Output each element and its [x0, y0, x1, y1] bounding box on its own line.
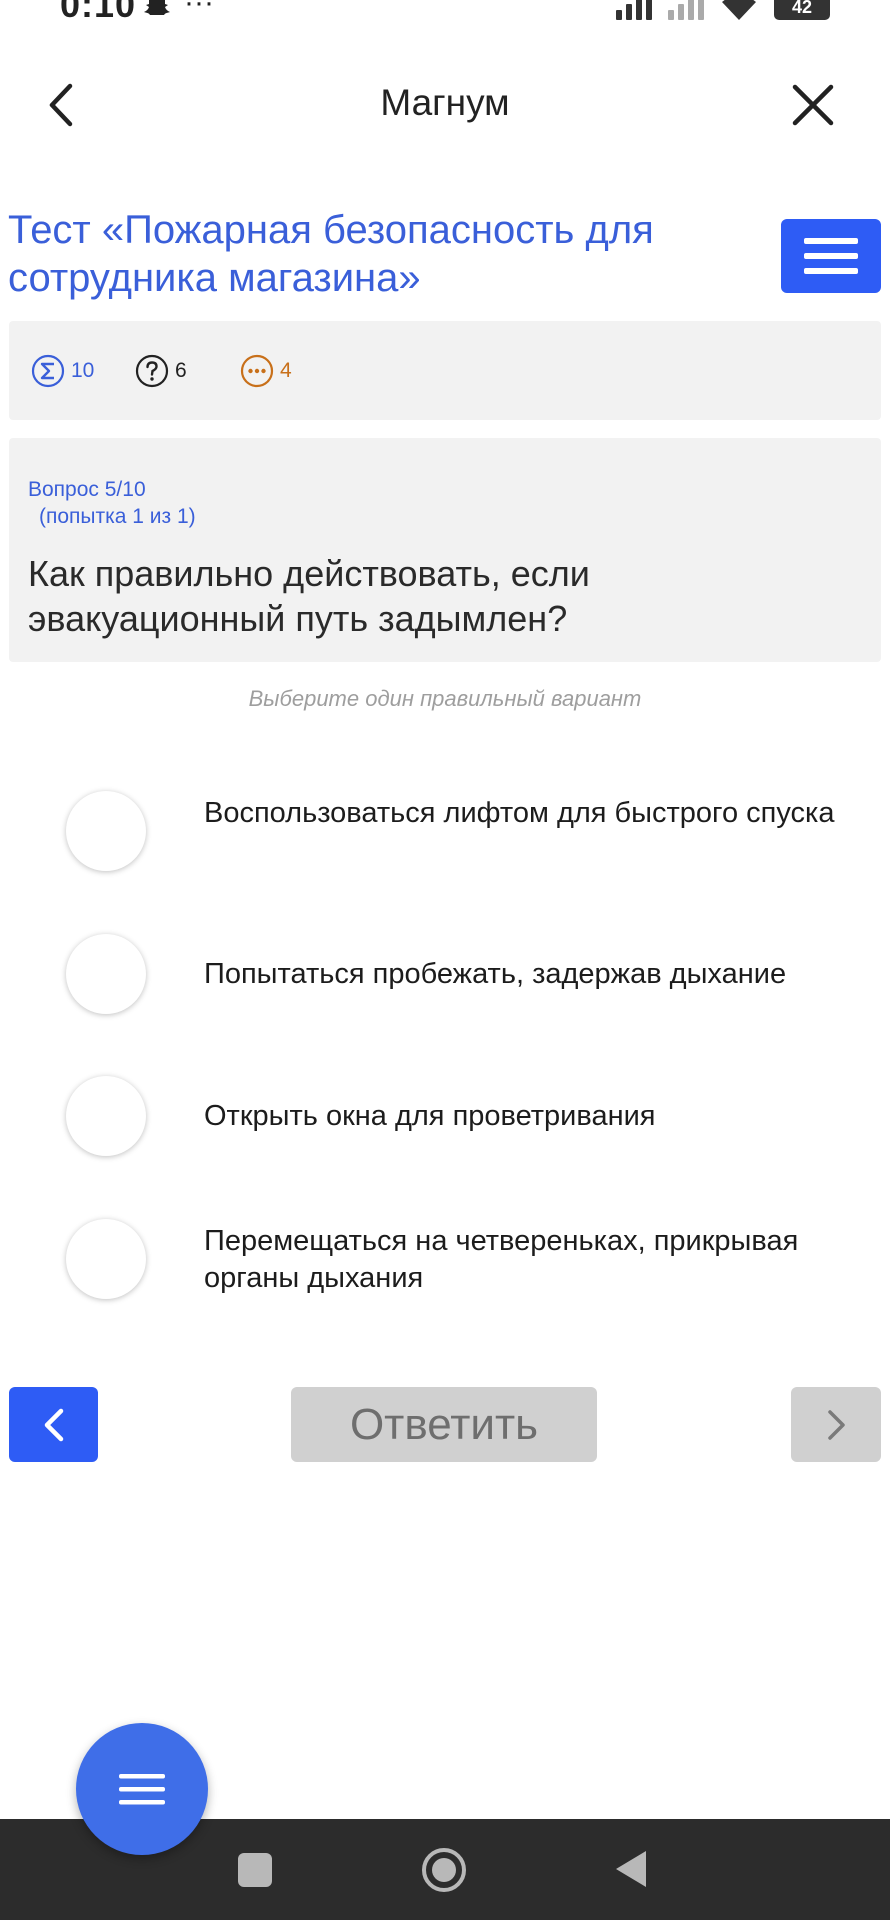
previous-question-button[interactable]	[9, 1387, 98, 1462]
answer-option[interactable]: Попытаться пробежать, задержав дыхание	[0, 934, 890, 1044]
signal-icon	[616, 0, 652, 20]
recent-apps-icon[interactable]	[238, 1853, 272, 1887]
answer-option-label: Перемещаться на четвереньках, прикрывая …	[204, 1225, 799, 1294]
radio-button[interactable]	[66, 1076, 146, 1156]
header-title: Магнум	[380, 82, 510, 123]
status-more-icon: ···	[184, 0, 214, 19]
wifi-icon	[722, 0, 756, 20]
stats-panel: 10 6 4	[9, 321, 881, 420]
radio-button[interactable]	[66, 934, 146, 1014]
radio-button[interactable]	[66, 1219, 146, 1299]
status-bar: 0:10 ··· 42	[0, 0, 890, 28]
chevron-right-icon	[828, 1409, 845, 1440]
answer-option-label: Открыть окна для проветривания	[204, 1100, 656, 1132]
radio-button[interactable]	[66, 791, 146, 871]
close-icon[interactable]	[790, 82, 836, 128]
question-navigation: Ответить	[0, 1387, 890, 1463]
home-icon[interactable]	[420, 1846, 468, 1894]
answer-hint: Выберите один правильный вариант	[248, 686, 642, 711]
signal-secondary-icon	[668, 0, 704, 20]
next-question-button[interactable]	[791, 1387, 881, 1462]
snapchat-icon	[144, 0, 170, 15]
answer-option[interactable]: Открыть окна для проветривания	[0, 1076, 890, 1186]
stat-pending-value: 4	[280, 359, 292, 382]
app-header: Магнум	[0, 60, 890, 150]
answer-option[interactable]: Воспользоваться лифтом для быстрого спус…	[0, 791, 890, 901]
sigma-icon	[31, 354, 65, 388]
battery-icon: 42	[774, 0, 830, 20]
ellipsis-circle-icon	[240, 354, 274, 388]
status-time: 0:10	[60, 0, 137, 25]
status-indicators: 42	[616, 0, 830, 20]
answer-option[interactable]: Перемещаться на четвереньках, прикрывая …	[0, 1219, 890, 1329]
stat-questions-value: 6	[175, 359, 187, 382]
question-attempt: (попытка 1 из 1)	[39, 505, 196, 528]
system-back-icon[interactable]	[614, 1849, 648, 1889]
stat-total: 10	[31, 353, 94, 389]
hamburger-icon	[804, 238, 858, 274]
menu-button[interactable]	[781, 219, 881, 293]
stat-questions: 6	[135, 353, 187, 389]
floating-menu-button[interactable]	[76, 1723, 208, 1855]
hamburger-icon	[119, 1774, 165, 1805]
test-title: Тест «Пожарная безопасность для сотрудни…	[8, 208, 654, 300]
answer-button[interactable]: Ответить	[291, 1387, 597, 1462]
question-text: Как правильно действовать, если эвакуаци…	[28, 553, 590, 639]
answer-option-label: Попытаться пробежать, задержав дыхание	[204, 958, 787, 990]
chevron-left-icon	[44, 1408, 63, 1441]
question-circle-icon	[135, 354, 169, 388]
stat-pending: 4	[240, 353, 292, 389]
stat-total-value: 10	[71, 359, 95, 382]
question-number: Вопрос 5/10	[28, 478, 146, 501]
answer-option-label: Воспользоваться лифтом для быстрого спус…	[204, 797, 835, 829]
question-panel: Вопрос 5/10 (попытка 1 из 1) Как правиль…	[9, 438, 881, 662]
